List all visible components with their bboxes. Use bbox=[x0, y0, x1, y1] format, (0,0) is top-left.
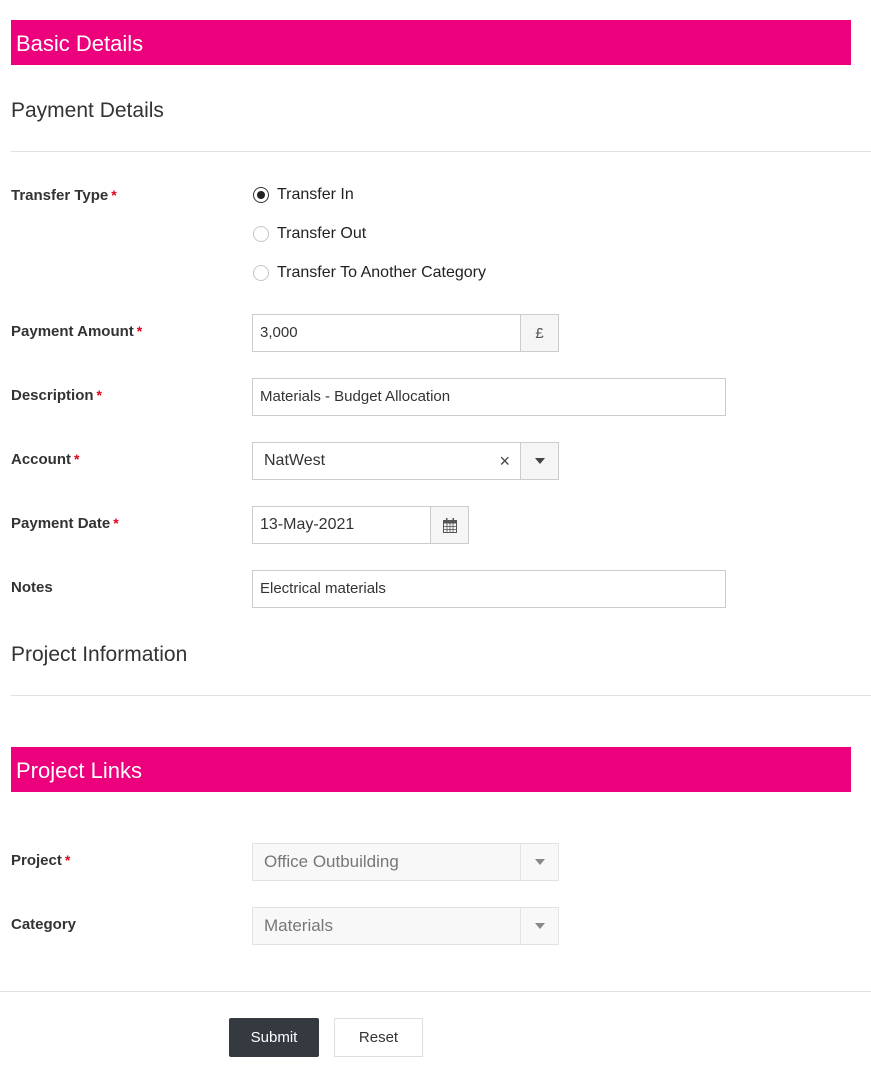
radio-checked-icon bbox=[253, 187, 269, 203]
currency-addon: £ bbox=[520, 314, 559, 352]
description-input[interactable]: Materials - Budget Allocation bbox=[252, 378, 726, 416]
category-select[interactable]: Materials bbox=[252, 907, 559, 945]
description-label: Description * bbox=[11, 387, 102, 404]
submit-button[interactable]: Submit bbox=[229, 1018, 319, 1057]
payment-date-label: Payment Date * bbox=[11, 515, 119, 532]
required-marker: * bbox=[113, 515, 119, 531]
payment-date-input[interactable]: 13-May-2021 bbox=[252, 506, 431, 544]
radio-label: Transfer To Another Category bbox=[277, 264, 486, 281]
account-select[interactable]: NatWest × bbox=[252, 442, 521, 480]
account-value: NatWest bbox=[264, 452, 326, 469]
notes-label: Notes bbox=[11, 579, 53, 596]
pound-icon: £ bbox=[535, 324, 544, 342]
radio-transfer-in[interactable]: Transfer In bbox=[253, 186, 354, 204]
radio-label: Transfer In bbox=[277, 186, 354, 203]
payment-amount-label: Payment Amount * bbox=[11, 323, 142, 340]
payment-details-title: Payment Details bbox=[11, 99, 164, 122]
basic-details-header: Basic Details bbox=[11, 20, 851, 65]
account-dropdown-toggle[interactable] bbox=[520, 442, 559, 480]
payment-amount-input[interactable]: 3,000 bbox=[252, 314, 521, 352]
category-value: Materials bbox=[264, 916, 333, 935]
project-information-title: Project Information bbox=[11, 643, 188, 666]
transfer-type-label: Transfer Type * bbox=[11, 187, 117, 204]
account-label: Account * bbox=[11, 451, 79, 468]
notes-input[interactable]: Electrical materials bbox=[252, 570, 726, 608]
required-marker: * bbox=[96, 387, 102, 403]
description-label-text: Description bbox=[11, 387, 94, 404]
project-links-header: Project Links bbox=[11, 747, 851, 792]
required-marker: * bbox=[64, 852, 71, 868]
payment-date-label-text: Payment Date bbox=[11, 515, 111, 532]
payment-amount-label-text: Payment Amount bbox=[11, 323, 134, 340]
required-marker: * bbox=[136, 323, 143, 339]
radio-unchecked-icon bbox=[253, 226, 269, 242]
radio-transfer-to-another-category[interactable]: Transfer To Another Category bbox=[253, 264, 486, 282]
chevron-down-icon bbox=[534, 923, 545, 929]
category-label-text: Category bbox=[11, 916, 77, 933]
category-dropdown-toggle[interactable] bbox=[520, 908, 558, 944]
notes-label-text: Notes bbox=[11, 579, 53, 596]
project-select[interactable]: Office Outbuilding bbox=[252, 843, 559, 881]
divider bbox=[11, 695, 871, 696]
calendar-icon bbox=[442, 517, 457, 533]
project-dropdown-toggle[interactable] bbox=[520, 844, 558, 880]
account-label-text: Account bbox=[11, 451, 71, 468]
date-picker-button[interactable] bbox=[430, 506, 469, 544]
reset-button[interactable]: Reset bbox=[334, 1018, 423, 1057]
chevron-down-icon bbox=[534, 859, 545, 865]
clear-icon[interactable]: × bbox=[499, 443, 510, 479]
project-value: Office Outbuilding bbox=[264, 852, 399, 871]
project-label-text: Project bbox=[11, 852, 62, 869]
required-marker: * bbox=[111, 187, 117, 203]
divider bbox=[11, 151, 871, 152]
chevron-down-icon bbox=[534, 458, 545, 464]
category-label: Category bbox=[11, 916, 76, 933]
divider bbox=[0, 991, 871, 992]
project-label: Project * bbox=[11, 852, 70, 869]
required-marker: * bbox=[74, 451, 80, 467]
transfer-type-label-text: Transfer Type bbox=[11, 187, 109, 204]
radio-unchecked-icon bbox=[253, 265, 269, 281]
radio-transfer-out[interactable]: Transfer Out bbox=[253, 225, 366, 243]
radio-label: Transfer Out bbox=[277, 225, 367, 242]
